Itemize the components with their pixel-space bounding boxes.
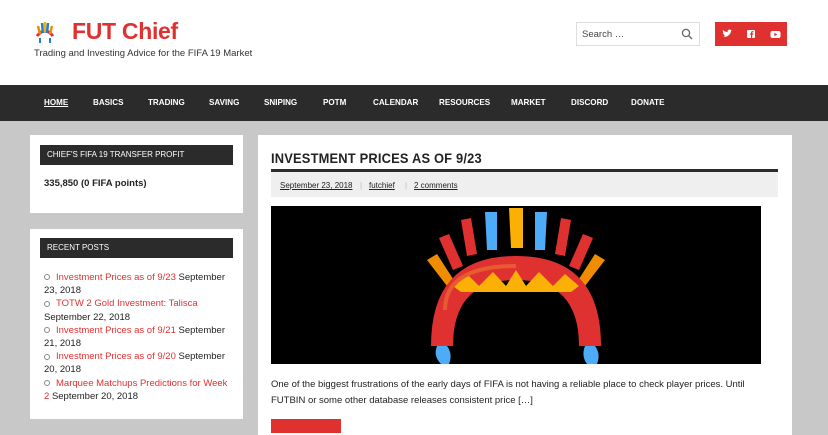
site-header: FUT Chief Trading and Investing Advice f… <box>0 0 828 85</box>
post-link[interactable]: Investment Prices as of 9/21 <box>56 325 176 336</box>
post-comments-link[interactable]: 2 comments <box>414 181 458 190</box>
post-date: September 22, 2018 <box>44 311 131 323</box>
list-item: Investment Prices as of 9/20 September 2… <box>44 350 234 376</box>
nav-item-donate[interactable]: DONATE <box>631 97 665 107</box>
site-tagline: Trading and Investing Advice for the FIF… <box>34 48 253 59</box>
nav-item-home[interactable]: HOME <box>44 97 68 107</box>
nav-item-sniping[interactable]: SNIPING <box>264 97 297 107</box>
nav-item-resources[interactable]: RESOURCES <box>439 97 490 107</box>
main-nav: HOME BASICS TRADING SAVING SNIPING POTM … <box>0 85 828 121</box>
post-date: September 20, 2018 <box>51 390 139 402</box>
list-item: Investment Prices as of 9/23 September 2… <box>44 271 234 297</box>
post-link[interactable]: Investment Prices as of 9/20 <box>56 351 176 362</box>
meta-divider: | <box>405 181 408 190</box>
nav-item-market[interactable]: MARKET <box>511 97 546 107</box>
post-excerpt: One of the biggest frustrations of the e… <box>271 379 745 406</box>
nav-item-discord[interactable]: DISCORD <box>571 97 608 107</box>
list-item: TOTW 2 Gold Investment: Talisca Septembe… <box>44 297 234 323</box>
list-item: Marquee Matchups Predictions for Week 2 … <box>44 377 234 403</box>
post-date-link[interactable]: September 23, 2018 <box>280 181 353 190</box>
nav-item-calendar[interactable]: CALENDAR <box>373 97 418 107</box>
social-links <box>715 22 787 46</box>
site-title[interactable]: FUT Chief <box>72 18 178 45</box>
twitter-icon[interactable] <box>715 22 739 46</box>
profit-value: 335,850 (0 FIFA points) <box>44 178 147 189</box>
nav-item-trading[interactable]: TRADING <box>148 97 185 107</box>
featured-image[interactable] <box>271 206 761 364</box>
nav-item-potm[interactable]: POTM <box>323 97 346 107</box>
meta-divider: | <box>360 181 363 190</box>
nav-item-basics[interactable]: BASICS <box>93 97 124 107</box>
youtube-icon[interactable] <box>763 22 787 46</box>
post-title[interactable]: INVESTMENT PRICES AS OF 9/23 <box>271 150 482 166</box>
read-more-button[interactable] <box>271 419 341 433</box>
post-meta: September 23, 2018 | futchief | 2 commen… <box>271 169 778 197</box>
search-input[interactable] <box>582 24 677 44</box>
search-box <box>576 22 700 46</box>
recent-posts-list: Investment Prices as of 9/23 September 2… <box>44 271 234 403</box>
profit-widget-title: CHIEF'S FIFA 19 TRANSFER PROFIT <box>40 145 233 165</box>
facebook-icon[interactable] <box>739 22 763 46</box>
headdress-icon <box>427 208 605 364</box>
post-link[interactable]: TOTW 2 Gold Investment: Talisca <box>56 298 198 309</box>
post-author-link[interactable]: futchief <box>369 181 395 190</box>
recent-posts-title: RECENT POSTS <box>40 238 233 258</box>
post-link[interactable]: Investment Prices as of 9/23 <box>56 272 176 283</box>
nav-item-saving[interactable]: SAVING <box>209 97 239 107</box>
list-item: Investment Prices as of 9/21 September 2… <box>44 324 234 350</box>
logo-icon[interactable] <box>34 22 56 44</box>
search-icon[interactable] <box>681 28 693 40</box>
